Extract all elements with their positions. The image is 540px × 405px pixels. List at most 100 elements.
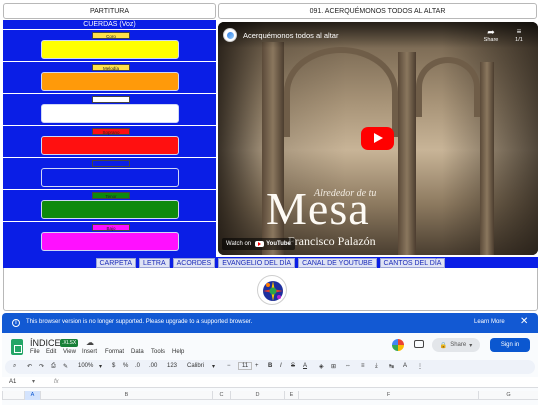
xlsx-badge: .XLSX (60, 339, 79, 347)
nav-link-acordes[interactable]: ACORDES (172, 257, 216, 268)
document-title[interactable]: ÍNDICE (30, 338, 61, 348)
merge-cells-icon[interactable]: ⇔ (345, 363, 351, 369)
strikethrough-icon[interactable]: S (291, 363, 295, 369)
music-logo-icon[interactable] (257, 275, 287, 305)
voice-label: Bajo (92, 224, 130, 231)
info-icon: i (12, 319, 20, 327)
cloud-status-icon: ☁ (86, 338, 94, 347)
lock-icon: 🔒 (439, 342, 448, 349)
nav-link-cantos[interactable]: CANTOS DEL DÍA (379, 257, 446, 268)
video-title-bar: Acerquémonos todos al altar ➦ Share ≡ 1/… (218, 22, 538, 48)
sheets-app: ÍNDICE .XLSX ☁ File Edit View Insert For… (2, 333, 538, 405)
voices-panel: CUERDAS (Voz) Coro Melodía Soprano Tenor Baj… (3, 20, 216, 257)
menu-file[interactable]: File (30, 349, 40, 355)
paint-format-icon[interactable]: ✎ (63, 363, 68, 370)
column-header[interactable]: C (212, 391, 230, 400)
fx-label: fx (54, 379, 59, 385)
logo-area (3, 268, 538, 311)
increase-decimal-button[interactable]: .00 (149, 363, 157, 369)
column-header[interactable]: F (298, 391, 478, 400)
close-icon[interactable]: ✕ (520, 316, 528, 327)
rotate-icon[interactable]: A (403, 363, 407, 369)
print-icon[interactable]: ⎙ (51, 363, 56, 370)
youtube-embed[interactable]: Acerquémonos todos al altar ➦ Share ≡ 1/… (218, 22, 538, 255)
voice-row: Coro (3, 29, 216, 60)
menu-data[interactable]: Data (131, 349, 144, 355)
share-button[interactable]: 🔒 Share ▾ (432, 338, 480, 352)
voice-audio-player[interactable] (41, 168, 179, 187)
playlist-count: 1/1 (515, 37, 523, 43)
voice-audio-player[interactable] (41, 200, 179, 219)
nav-link-evangelio[interactable]: EVANGELIO DEL DÍA (218, 257, 296, 268)
youtube-label: YouTube (266, 241, 291, 247)
font-size-increase-icon[interactable]: + (255, 363, 259, 369)
menu-edit[interactable]: Edit (46, 349, 56, 355)
bold-button[interactable]: B (268, 363, 272, 369)
sign-in-button[interactable]: Sign in (490, 338, 530, 352)
menu-tools[interactable]: Tools (151, 349, 165, 355)
voice-row: Bajo (3, 221, 216, 252)
align-icon[interactable]: ≡ (361, 363, 365, 369)
formula-bar: A1 ▾ fx (2, 377, 538, 388)
valign-icon[interactable]: ⤓ (375, 363, 378, 370)
video-title[interactable]: Acerquémonos todos al altar (243, 31, 338, 40)
font-select[interactable]: Calibri (187, 363, 204, 369)
name-box[interactable]: A1 (9, 379, 16, 385)
redo-icon[interactable]: ↷ (39, 363, 44, 370)
voice-audio-player[interactable] (41, 232, 179, 251)
voice-audio-player[interactable] (41, 72, 179, 91)
watch-on-youtube-link[interactable]: Watch on YouTube (222, 238, 295, 250)
nav-link-youtube-channel[interactable]: CANAL DE YOUTUBE (298, 257, 377, 268)
font-size-input[interactable]: 11 (238, 362, 253, 370)
zoom-select[interactable]: 100% (78, 363, 93, 369)
chevron-down-icon: ▾ (469, 342, 473, 349)
more-icon[interactable]: ⋮ (417, 363, 423, 370)
number-format-button[interactable]: 123 (167, 363, 177, 369)
voice-row (3, 93, 216, 124)
channel-avatar[interactable] (223, 28, 237, 42)
borders-icon[interactable]: ⊞ (331, 363, 336, 370)
menu-view[interactable]: View (63, 349, 76, 355)
sheets-logo-icon[interactable] (11, 339, 23, 355)
percent-format-button[interactable]: % (123, 363, 128, 369)
undo-icon[interactable]: ↶ (27, 363, 32, 370)
column-header[interactable]: D (230, 391, 284, 400)
column-header[interactable]: B (40, 391, 212, 400)
overlay-title-small: Alrededor de tu (314, 188, 377, 199)
playlist-button[interactable]: ≡ 1/1 (511, 27, 527, 47)
text-color-icon[interactable]: A (303, 363, 307, 369)
search-icon[interactable]: ⌕ (13, 363, 16, 370)
wrap-icon[interactable]: ↹ (389, 363, 394, 370)
menu-format[interactable]: Format (105, 349, 124, 355)
song-title-header: 091. ACERQUÉMONOS TODOS AL ALTAR (218, 3, 537, 19)
watch-on-label: Watch on (226, 241, 252, 247)
font-size-decrease-icon[interactable]: − (227, 363, 231, 369)
italic-button[interactable]: I (280, 363, 282, 369)
column-header[interactable]: E (284, 391, 298, 400)
nav-link-letra[interactable]: LETRA (139, 257, 170, 268)
sheets-toolbar: ⌕ ↶ ↷ ⎙ ✎ 100% ▾ $ % .0 .00 123 Calibri … (5, 360, 535, 374)
select-all-corner[interactable] (2, 391, 24, 400)
learn-more-link[interactable]: Learn More (474, 319, 505, 325)
voice-audio-player[interactable] (41, 136, 179, 155)
google-meet-icon[interactable] (392, 339, 404, 351)
thumbnail-pillar (480, 62, 494, 255)
voice-label (92, 96, 130, 103)
voice-audio-player[interactable] (41, 104, 179, 123)
currency-format-button[interactable]: $ (112, 363, 115, 369)
menu-help[interactable]: Help (172, 349, 184, 355)
share-button-label: Share (450, 342, 467, 348)
column-header[interactable]: G (478, 391, 538, 400)
thumbnail-arch (284, 47, 398, 137)
voice-label: Tenor (92, 192, 130, 199)
fill-color-icon[interactable]: ◈ (319, 363, 324, 370)
menu-insert[interactable]: Insert (82, 349, 97, 355)
nav-link-carpeta[interactable]: CARPETA (95, 257, 137, 268)
decrease-decimal-button[interactable]: .0 (135, 363, 140, 369)
video-share-button[interactable]: ➦ Share (482, 27, 500, 47)
column-header[interactable]: A (24, 391, 40, 400)
comment-icon[interactable] (414, 340, 424, 348)
play-button[interactable] (361, 127, 394, 150)
voice-audio-player[interactable] (41, 40, 179, 59)
partitura-header: PARTITURA (3, 3, 216, 19)
